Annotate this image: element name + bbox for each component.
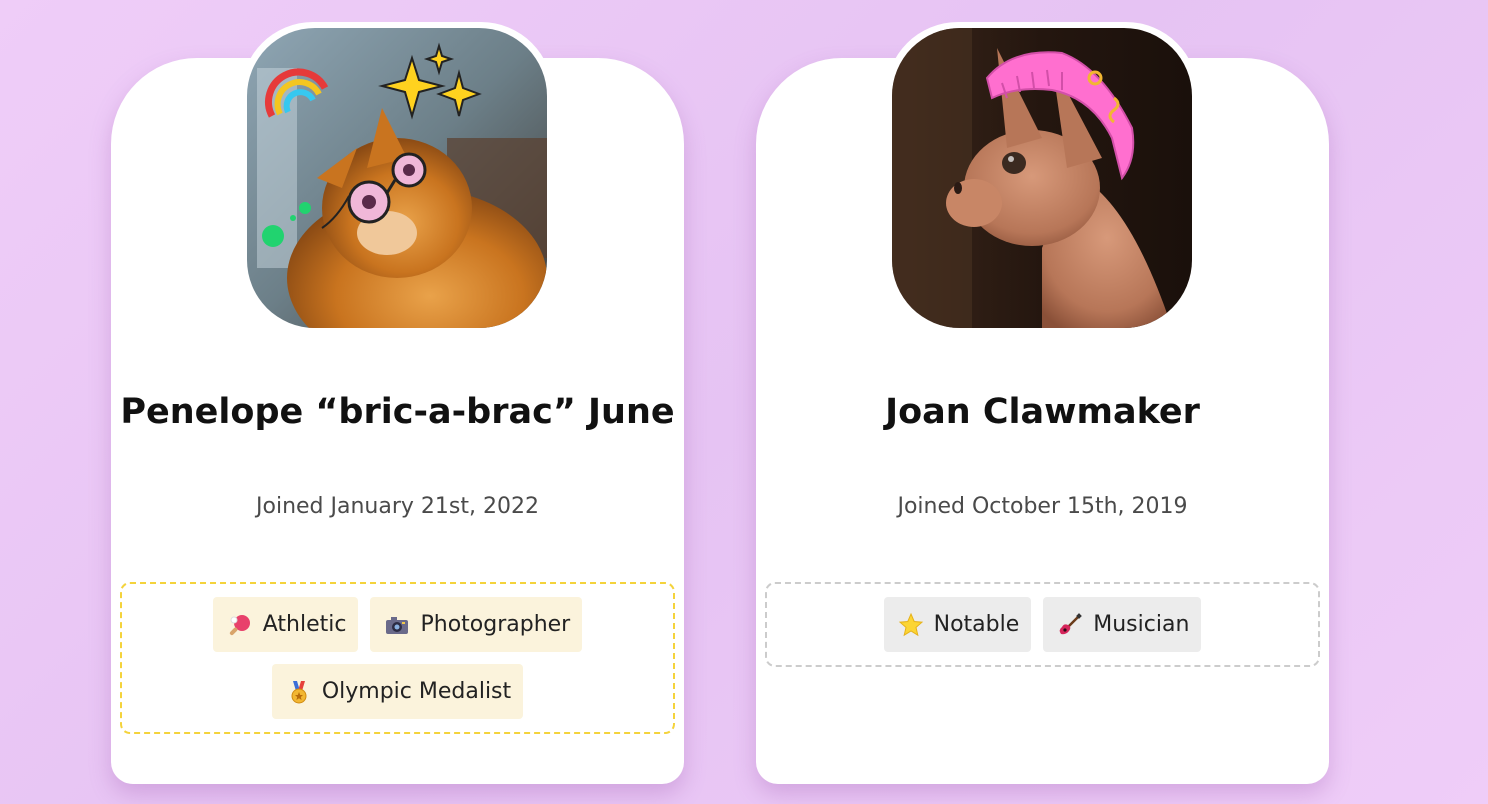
camera-icon (384, 612, 410, 638)
avatar[interactable] (892, 28, 1192, 328)
medal-icon (286, 679, 312, 705)
avatar-frame (241, 22, 553, 334)
profile-card-joan: Joan Clawmaker Joined October 15th, 2019… (756, 22, 1329, 784)
badge-notable[interactable]: Notable (883, 597, 1032, 652)
ping-pong-icon (227, 612, 253, 638)
profile-card-penelope: Penelope “bric-a-brac” June Joined Janua… (111, 22, 684, 784)
badge-olympic-medalist[interactable]: Olympic Medalist (271, 664, 524, 719)
badge-label: Notable (933, 612, 1020, 637)
badge-musician[interactable]: Musician (1043, 597, 1202, 652)
joined-date: Joined October 15th, 2019 (897, 494, 1188, 519)
badge-label: Athletic (262, 612, 347, 637)
cat-photo-orange (247, 28, 547, 328)
joined-date: Joined January 21st, 2022 (256, 494, 539, 519)
profile-name: Joan Clawmaker (885, 392, 1200, 432)
badge-label: Olympic Medalist (321, 679, 512, 704)
star-icon (898, 612, 924, 638)
badge-group: Notable Musician (765, 582, 1320, 667)
badge-group: Athletic Photographer Olympic Medalist (120, 582, 675, 734)
avatar[interactable] (247, 28, 547, 328)
badge-label: Musician (1093, 612, 1190, 637)
badge-label: Photographer (420, 612, 571, 637)
badge-athletic[interactable]: Athletic (212, 597, 359, 652)
guitar-icon (1057, 612, 1083, 638)
profile-name: Penelope “bric-a-brac” June (120, 392, 675, 432)
avatar-frame (886, 22, 1198, 334)
cat-photo-sphynx (892, 28, 1192, 328)
badge-photographer[interactable]: Photographer (370, 597, 583, 652)
